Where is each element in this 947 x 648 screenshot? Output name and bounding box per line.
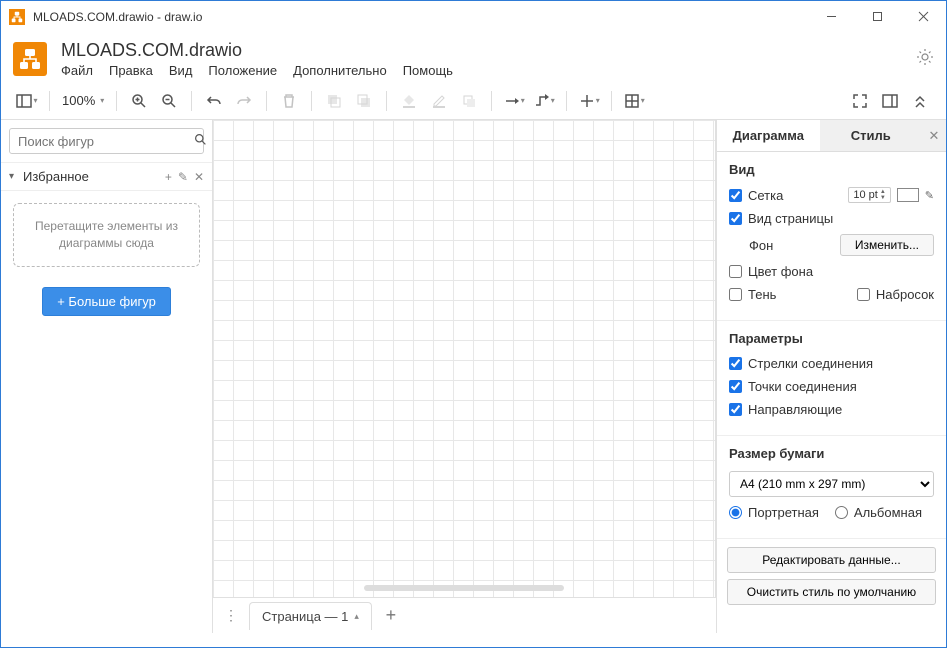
edit-color-icon[interactable]: ✎ [925,189,934,202]
favorites-title: Избранное [23,169,165,184]
maximize-button[interactable] [854,1,900,32]
close-favorite-icon[interactable]: ✕ [194,170,204,184]
portrait-radio[interactable]: Портретная [729,505,819,520]
drawing-canvas[interactable] [213,120,716,597]
collapse-icon[interactable] [906,87,934,115]
menu-extras[interactable]: Дополнительно [293,63,387,78]
header: MLOADS.COM.drawio Файл Правка Вид Положе… [1,32,946,82]
options-section: Параметры Стрелки соединения Точки соеди… [717,321,946,436]
change-background-button[interactable]: Изменить... [840,234,934,256]
edit-favorite-icon[interactable]: ✎ [178,170,188,184]
chevron-up-icon: ▴ [354,611,359,622]
toolbar: ▾ 100% ▾ ▾ ▾ ▾ ▾ [1,82,946,120]
stepper-icon[interactable]: ▲▼ [880,189,886,201]
menu-edit[interactable]: Правка [109,63,153,78]
menu-arrange[interactable]: Положение [208,63,277,78]
menu-bar: Файл Правка Вид Положение Дополнительно … [61,63,916,78]
zoom-out-button[interactable] [155,87,183,115]
more-shapes-button[interactable]: + Больше фигур [42,287,171,316]
paper-section: Размер бумаги A4 (210 mm x 297 mm) Портр… [717,436,946,539]
tab-diagram[interactable]: Диаграмма [717,120,820,151]
menu-help[interactable]: Помощь [403,63,453,78]
undo-button[interactable] [200,87,228,115]
page-tab-bar: ⋮ Страница — 1 ▴ + [213,597,716,633]
canvas-area: ⋮ Страница — 1 ▴ + [213,120,716,633]
grid-color-swatch[interactable] [897,188,919,202]
panel-close-icon[interactable]: ✕ [922,120,946,151]
page-view-checkbox[interactable]: Вид страницы [729,211,833,226]
app-icon [9,9,25,25]
tab-style[interactable]: Стиль [820,120,923,151]
fill-color-button[interactable] [395,87,423,115]
favorites-header[interactable]: ▾ Избранное + ✎ ✕ [1,162,212,191]
collapse-icon: ▾ [9,171,23,182]
search-icon [194,133,207,149]
view-section: Вид Сетка 10 pt ▲▼ ✎ Вид страницы Фон Из… [717,152,946,321]
add-favorite-icon[interactable]: + [165,170,172,184]
format-panel: Диаграмма Стиль ✕ Вид Сетка 10 pt ▲▼ ✎ В… [716,120,946,633]
grid-size-input[interactable]: 10 pt ▲▼ [848,187,890,203]
landscape-radio[interactable]: Альбомная [835,505,922,520]
bg-color-checkbox[interactable]: Цвет фона [729,264,813,279]
to-back-button[interactable] [350,87,378,115]
add-page-button[interactable]: + [378,603,404,629]
theme-toggle-icon[interactable] [916,48,934,71]
main-content: ▾ Избранное + ✎ ✕ Перетащите элементы из… [1,120,946,633]
close-button[interactable] [900,1,946,32]
conn-arrows-checkbox[interactable]: Стрелки соединения [729,356,873,371]
line-color-button[interactable] [425,87,453,115]
edit-data-button[interactable]: Редактировать данные... [727,547,936,573]
grid-checkbox[interactable]: Сетка [729,188,783,203]
chevron-down-icon: ▾ [100,96,104,105]
title-bar: MLOADS.COM.drawio - draw.io [1,1,946,32]
view-mode-button[interactable]: ▾ [13,87,41,115]
page-tab-1[interactable]: Страница — 1 ▴ [249,602,372,630]
document-title[interactable]: MLOADS.COM.drawio [61,40,916,61]
background-label: Фон [749,238,773,253]
table-button[interactable]: ▾ [620,87,648,115]
minimize-button[interactable] [808,1,854,32]
options-section-title: Параметры [729,331,934,346]
fullscreen-button[interactable] [846,87,874,115]
delete-button[interactable] [275,87,303,115]
shape-search[interactable] [9,128,204,154]
zoom-value: 100% [62,93,95,108]
sketch-checkbox[interactable]: Набросок [857,287,934,302]
guides-checkbox[interactable]: Направляющие [729,402,842,417]
zoom-control[interactable]: 100% ▾ [58,93,108,108]
page-menu-button[interactable]: ⋮ [219,604,243,628]
shadow-button[interactable] [455,87,483,115]
favorites-drop-zone[interactable]: Перетащите элементы из диаграммы сюда [13,203,200,267]
waypoint-button[interactable]: ▾ [530,87,558,115]
horizontal-scrollbar[interactable] [364,585,565,591]
format-panel-button[interactable] [876,87,904,115]
reset-style-button[interactable]: Очистить стиль по умолчанию [727,579,936,605]
shadow-checkbox[interactable]: Тень [729,287,776,302]
view-section-title: Вид [729,162,934,177]
insert-button[interactable]: ▾ [575,87,603,115]
page-tab-label: Страница — 1 [262,609,348,624]
redo-button[interactable] [230,87,258,115]
menu-view[interactable]: Вид [169,63,193,78]
to-front-button[interactable] [320,87,348,115]
paper-size-select[interactable]: A4 (210 mm x 297 mm) [729,471,934,497]
conn-points-checkbox[interactable]: Точки соединения [729,379,857,394]
zoom-in-button[interactable] [125,87,153,115]
window-title: MLOADS.COM.drawio - draw.io [33,10,808,24]
drawio-logo [13,42,47,76]
menu-file[interactable]: Файл [61,63,93,78]
paper-section-title: Размер бумаги [729,446,934,461]
search-input[interactable] [18,134,194,149]
shapes-sidebar: ▾ Избранное + ✎ ✕ Перетащите элементы из… [1,120,213,633]
connection-button[interactable]: ▾ [500,87,528,115]
